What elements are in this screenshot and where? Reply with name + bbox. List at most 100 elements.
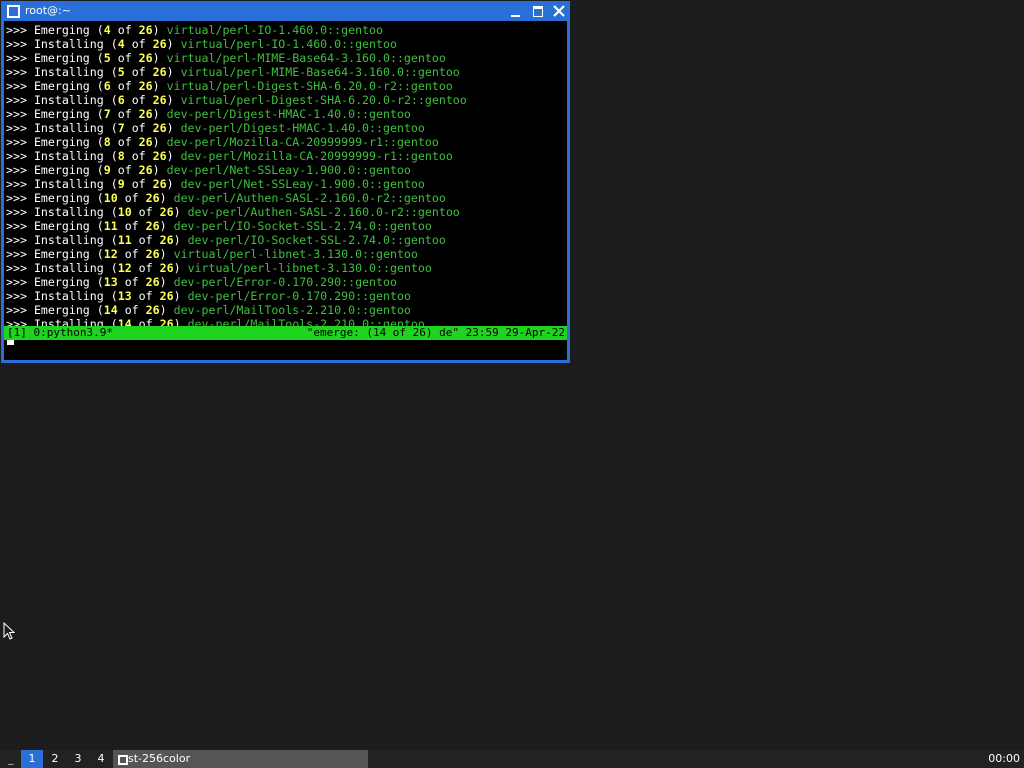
- line-index: 8: [117, 149, 125, 163]
- line-of: of: [124, 275, 139, 289]
- line-total: 26: [159, 205, 174, 219]
- prompt-marker: >>>: [6, 79, 27, 93]
- close-button[interactable]: [550, 3, 568, 19]
- line-action: Emerging: [33, 163, 90, 177]
- terminal-line: >>> Emerging (7 of 26) dev-perl/Digest-H…: [6, 107, 411, 121]
- line-index: 4: [117, 37, 125, 51]
- line-index: 12: [103, 247, 118, 261]
- line-of: of: [131, 121, 146, 135]
- package-name: virtual/perl-Digest-SHA-6.20.0-r2::gento…: [180, 93, 467, 107]
- prompt-marker: >>>: [6, 247, 27, 261]
- line-index: 7: [117, 121, 125, 135]
- terminal-window[interactable]: root@:~ >>> Emerging (4 of 26) virtual/p…: [1, 1, 570, 363]
- package-name: dev-perl/Mozilla-CA-20999999-r1::gentoo: [166, 135, 439, 149]
- package-name: dev-perl/Digest-HMAC-1.40.0::gentoo: [166, 107, 411, 121]
- line-index: 5: [117, 65, 125, 79]
- line-action: Installing: [33, 289, 104, 303]
- terminal-line: >>> Emerging (5 of 26) virtual/perl-MIME…: [6, 51, 446, 65]
- line-index: 4: [103, 23, 111, 37]
- line-total: 26: [138, 107, 153, 121]
- terminal-line: >>> Installing (13 of 26) dev-perl/Error…: [6, 289, 411, 303]
- line-index: 10: [103, 191, 118, 205]
- workspace-1-button[interactable]: 1: [21, 750, 43, 768]
- line-of: of: [117, 51, 132, 65]
- terminal-line: >>> Emerging (12 of 26) virtual/perl-lib…: [6, 247, 418, 261]
- line-total: 26: [152, 93, 167, 107]
- package-name: dev-perl/Net-SSLeay-1.900.0::gentoo: [180, 177, 425, 191]
- package-name: dev-perl/Net-SSLeay-1.900.0::gentoo: [166, 163, 411, 177]
- window-icon: [118, 755, 128, 765]
- line-action: Emerging: [33, 191, 90, 205]
- maximize-icon: [533, 6, 543, 17]
- terminal-line: >>> Installing (6 of 26) virtual/perl-Di…: [6, 93, 467, 107]
- window-titlebar[interactable]: root@:~: [1, 1, 570, 21]
- prompt-marker: >>>: [6, 93, 27, 107]
- line-total: 26: [152, 65, 167, 79]
- prompt-marker: >>>: [6, 261, 27, 275]
- line-index: 13: [117, 289, 132, 303]
- workspace-3-button[interactable]: 3: [67, 750, 89, 768]
- prompt-marker: >>>: [6, 303, 27, 317]
- line-total: 26: [138, 79, 153, 93]
- maximize-button[interactable]: [529, 3, 547, 19]
- line-of: of: [124, 219, 139, 233]
- package-name: dev-perl/Authen-SASL-2.160.0-r2::gentoo: [173, 191, 446, 205]
- package-name: virtual/perl-IO-1.460.0::gentoo: [166, 23, 383, 37]
- taskbar-menu[interactable]: _: [8, 751, 18, 767]
- workspace-4-button[interactable]: 4: [90, 750, 112, 768]
- line-of: of: [117, 135, 132, 149]
- package-name: virtual/perl-libnet-3.130.0::gentoo: [187, 261, 432, 275]
- line-action: Emerging: [33, 135, 90, 149]
- task-st-256color[interactable]: st-256color: [113, 750, 368, 768]
- line-action: Installing: [33, 65, 104, 79]
- line-index: 8: [103, 135, 111, 149]
- mouse-pointer-icon: [3, 622, 15, 640]
- line-total: 26: [138, 163, 153, 177]
- terminal-line: >>> Installing (8 of 26) dev-perl/Mozill…: [6, 149, 453, 163]
- line-of: of: [138, 289, 153, 303]
- terminal-line: >>> Emerging (4 of 26) virtual/perl-IO-1…: [6, 23, 383, 37]
- prompt-marker: >>>: [6, 121, 27, 135]
- line-of: of: [117, 107, 132, 121]
- line-of: of: [131, 93, 146, 107]
- package-name: virtual/perl-Digest-SHA-6.20.0-r2::gento…: [166, 79, 453, 93]
- prompt-marker: >>>: [6, 65, 27, 79]
- line-action: Emerging: [33, 79, 90, 93]
- terminal-area[interactable]: >>> Emerging (4 of 26) virtual/perl-IO-1…: [4, 21, 567, 360]
- line-of: of: [138, 233, 153, 247]
- line-of: of: [117, 79, 132, 93]
- prompt-marker: >>>: [6, 163, 27, 177]
- terminal-line: >>> Emerging (11 of 26) dev-perl/IO-Sock…: [6, 219, 432, 233]
- prompt-marker: >>>: [6, 51, 27, 65]
- line-of: of: [138, 261, 153, 275]
- line-action: Emerging: [33, 23, 90, 37]
- terminal-line: >>> Installing (7 of 26) dev-perl/Digest…: [6, 121, 425, 135]
- line-total: 26: [159, 261, 174, 275]
- close-icon: [553, 5, 565, 17]
- line-of: of: [138, 205, 153, 219]
- workspace-2-button[interactable]: 2: [44, 750, 66, 768]
- prompt-marker: >>>: [6, 177, 27, 191]
- line-index: 10: [117, 205, 132, 219]
- prompt-marker: >>>: [6, 233, 27, 247]
- package-name: dev-perl/Mozilla-CA-20999999-r1::gentoo: [180, 149, 453, 163]
- terminal-line: >>> Installing (10 of 26) dev-perl/Authe…: [6, 205, 460, 219]
- line-of: of: [124, 247, 139, 261]
- prompt-marker: >>>: [6, 275, 27, 289]
- line-total: 26: [152, 121, 167, 135]
- clock: 00:00: [988, 752, 1020, 765]
- line-index: 14: [103, 303, 118, 317]
- line-action: Emerging: [33, 107, 90, 121]
- minimize-button[interactable]: [507, 3, 525, 19]
- line-action: Installing: [33, 261, 104, 275]
- package-name: dev-perl/Error-0.170.290::gentoo: [173, 275, 397, 289]
- line-total: 26: [152, 37, 167, 51]
- line-action: Installing: [33, 205, 104, 219]
- prompt-marker: >>>: [6, 219, 27, 233]
- prompt-marker: >>>: [6, 149, 27, 163]
- line-total: 26: [138, 51, 153, 65]
- task-label: st-256color: [128, 752, 191, 765]
- line-of: of: [124, 191, 139, 205]
- line-total: 26: [145, 219, 160, 233]
- line-of: of: [131, 149, 146, 163]
